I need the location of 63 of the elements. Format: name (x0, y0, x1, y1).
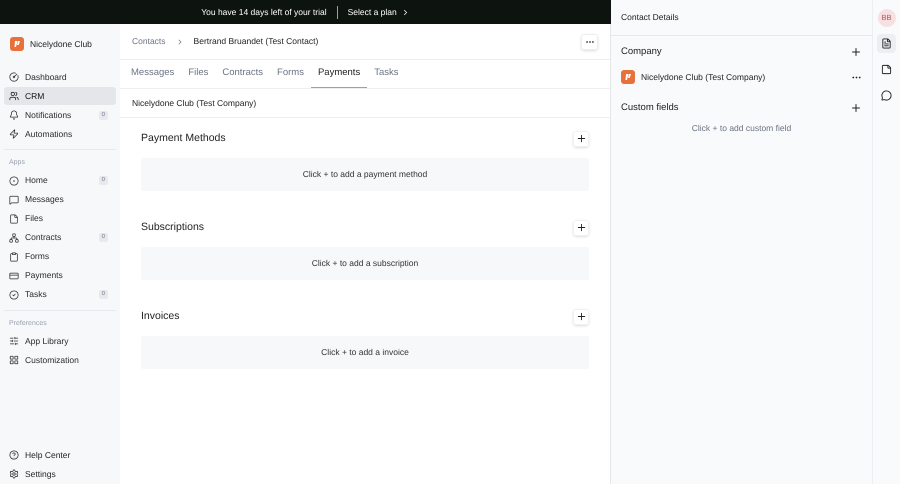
note-icon (881, 64, 892, 75)
add-icon[interactable] (850, 46, 862, 58)
sliders-icon (9, 336, 19, 346)
bell-icon (9, 110, 19, 120)
grid-icon (9, 355, 19, 365)
tab[interactable]: Messages (124, 60, 182, 88)
nav-item[interactable]: App Library (4, 332, 116, 350)
select-plan-link[interactable]: Select a plan (348, 6, 410, 18)
empty-state: Click + to add a payment method (141, 158, 589, 191)
empty-state: Click + to add a invoice (141, 336, 589, 369)
clipboard-icon (9, 252, 19, 262)
logo-icon (10, 37, 24, 51)
add-button[interactable] (573, 308, 589, 324)
settings-icon (9, 469, 19, 479)
nav-item[interactable]: Settings (4, 465, 116, 483)
breadcrumb-item: Bertrand Bruandet (Test Contact) (194, 35, 318, 48)
add-button[interactable] (573, 130, 589, 146)
lightning-icon (9, 129, 19, 139)
tab[interactable]: Contracts (215, 60, 270, 88)
nav-item[interactable]: Automations (4, 125, 116, 143)
tab[interactable]: Payments (310, 60, 368, 88)
tab[interactable]: Files (181, 60, 216, 88)
section-title: Custom fields (621, 100, 679, 115)
company-name: Nicelydone Club (Test Company) (132, 96, 256, 110)
check-circle-icon (9, 290, 19, 300)
file-icon (9, 214, 19, 224)
document-icon (881, 38, 892, 49)
nav-item[interactable]: Messages (4, 190, 116, 208)
section-title: Company (621, 44, 662, 59)
nav-item[interactable]: Customization (4, 351, 116, 369)
add-icon[interactable] (850, 102, 862, 114)
add-button[interactable] (573, 220, 589, 236)
section-title: Payment Methods (141, 130, 226, 146)
tab[interactable]: Forms (270, 60, 311, 88)
tab[interactable]: Tasks (367, 60, 406, 88)
section-title: Invoices (141, 308, 180, 324)
empty-state: Click + to add a subscription (141, 247, 589, 280)
nav-item[interactable]: Help Center (4, 446, 116, 464)
more-button[interactable] (581, 34, 598, 50)
gauge-icon (9, 72, 19, 82)
help-icon (9, 450, 19, 460)
rail-button[interactable] (877, 34, 896, 53)
empty-message: Click + to add custom field (690, 122, 792, 135)
trial-message: You have 14 days left of your trial (201, 6, 327, 18)
card-icon (9, 270, 19, 280)
workspace-name: Nicelydone Club (30, 38, 92, 50)
nav-item[interactable]: CRM (4, 87, 116, 105)
company-link[interactable]: Nicelydone Club (Test Company) (641, 70, 845, 84)
nav-item[interactable]: Dashboard (4, 68, 116, 86)
section-title: Subscriptions (141, 220, 204, 235)
plus-icon (576, 311, 586, 322)
chat-icon (881, 90, 892, 101)
logo-icon (621, 70, 635, 84)
breadcrumb-item[interactable]: Contacts (132, 35, 166, 48)
nav-item[interactable]: Payments (4, 266, 116, 284)
nav-item[interactable]: Forms (4, 248, 116, 266)
users-icon (9, 91, 19, 101)
panel-title: Contact Details (621, 11, 679, 24)
plus-icon (576, 222, 586, 233)
chat-icon (9, 194, 19, 204)
nav-item[interactable]: Files (4, 210, 116, 228)
plus-icon (576, 133, 586, 144)
circle-icon (9, 176, 19, 186)
